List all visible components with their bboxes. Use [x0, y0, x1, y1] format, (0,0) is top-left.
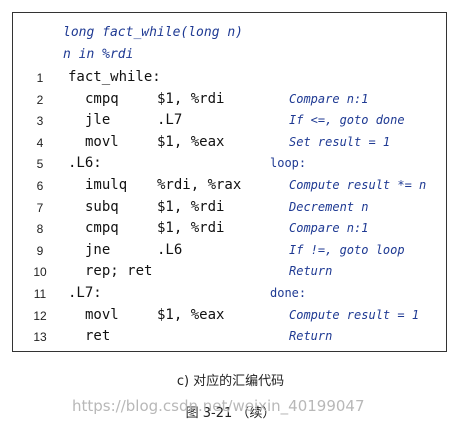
function-signature: long fact_while(long n): [63, 25, 244, 40]
operand: $1, %rdi: [157, 220, 225, 237]
code-listing-box: long fact_while(long n) n in %rdi 1 fact_…: [12, 12, 447, 352]
comment: If !=, goto loop: [289, 242, 405, 257]
code-line: 8 cmpq $1, %rdi Compare n:1: [13, 220, 446, 241]
operand: $1, %rdi: [157, 90, 225, 107]
operand: .L7: [157, 112, 183, 129]
code-line: 2 cmpq $1, %rdi Compare n:1: [13, 91, 446, 112]
instruction: movl: [85, 133, 119, 150]
code-line: 13 ret Return: [13, 328, 446, 349]
line-number: 1: [36, 71, 44, 85]
instruction: rep; ret: [85, 263, 153, 280]
operand: $1, %eax: [157, 133, 225, 150]
operand: $1, %rdi: [157, 198, 225, 215]
instruction: cmpq: [85, 90, 119, 107]
code-line: 4 movl $1, %eax Set result = 1: [13, 134, 446, 155]
code-line: 11 .L7: done:: [13, 285, 446, 306]
operand: %rdi, %rax: [157, 177, 242, 193]
instruction: ret: [85, 328, 111, 345]
instruction: movl: [85, 306, 119, 323]
comment: Return: [289, 264, 333, 279]
parameter-note: n in %rdi: [63, 47, 134, 62]
comment: Compare n:1: [289, 91, 369, 106]
code-label: fact_while:: [68, 69, 161, 85]
line-number: 3: [36, 114, 44, 129]
comment: If <=, goto done: [289, 113, 405, 128]
line-number: 5: [36, 157, 44, 172]
operand: .L6: [157, 241, 183, 258]
code-line: 7 subq $1, %rdi Decrement n: [13, 199, 446, 220]
code-line: 12 movl $1, %eax Compute result = 1: [13, 307, 446, 328]
line-number: 4: [36, 135, 44, 150]
code-line: 6 imulq %rdi, %rax Compute result *= n: [13, 177, 446, 198]
line-number: 12: [33, 308, 47, 323]
line-number: 8: [36, 222, 44, 237]
line-number: 13: [33, 330, 47, 345]
line-number: 2: [36, 92, 44, 107]
instruction: subq: [85, 198, 119, 215]
code-line: 3 jle .L7 If <=, goto done: [13, 112, 446, 133]
code-line: 9 jne .L6 If !=, goto loop: [13, 242, 446, 263]
instruction: imulq: [85, 177, 128, 193]
code-line: 5 .L6: loop:: [13, 155, 446, 176]
code-line: 10 rep; ret Return: [13, 263, 446, 284]
code-label: .L6:: [68, 155, 102, 172]
comment-label: done:: [270, 286, 307, 300]
comment: Set result = 1: [289, 134, 391, 149]
line-number: 10: [33, 265, 47, 280]
line-number: 7: [36, 200, 44, 215]
operand: $1, %eax: [157, 306, 225, 323]
line-number: 11: [33, 287, 47, 301]
subfigure-caption: c) 对应的汇编代码: [176, 374, 285, 389]
code-label: .L7:: [68, 285, 102, 301]
comment-label: loop:: [270, 156, 307, 171]
comment: Compare n:1: [289, 221, 369, 236]
line-number: 6: [36, 179, 44, 193]
watermark-url: https://blog.csdn.net/weixin_40199047: [72, 397, 365, 415]
comment: Decrement n: [289, 199, 369, 214]
line-number: 9: [36, 243, 44, 258]
instruction: jne: [85, 241, 111, 258]
instruction: cmpq: [85, 220, 119, 237]
comment: Compute result *= n: [289, 178, 427, 192]
comment: Return: [289, 329, 333, 344]
comment: Compute result = 1: [289, 307, 420, 322]
code-line: 1 fact_while:: [13, 69, 446, 90]
instruction: jle: [85, 112, 111, 129]
